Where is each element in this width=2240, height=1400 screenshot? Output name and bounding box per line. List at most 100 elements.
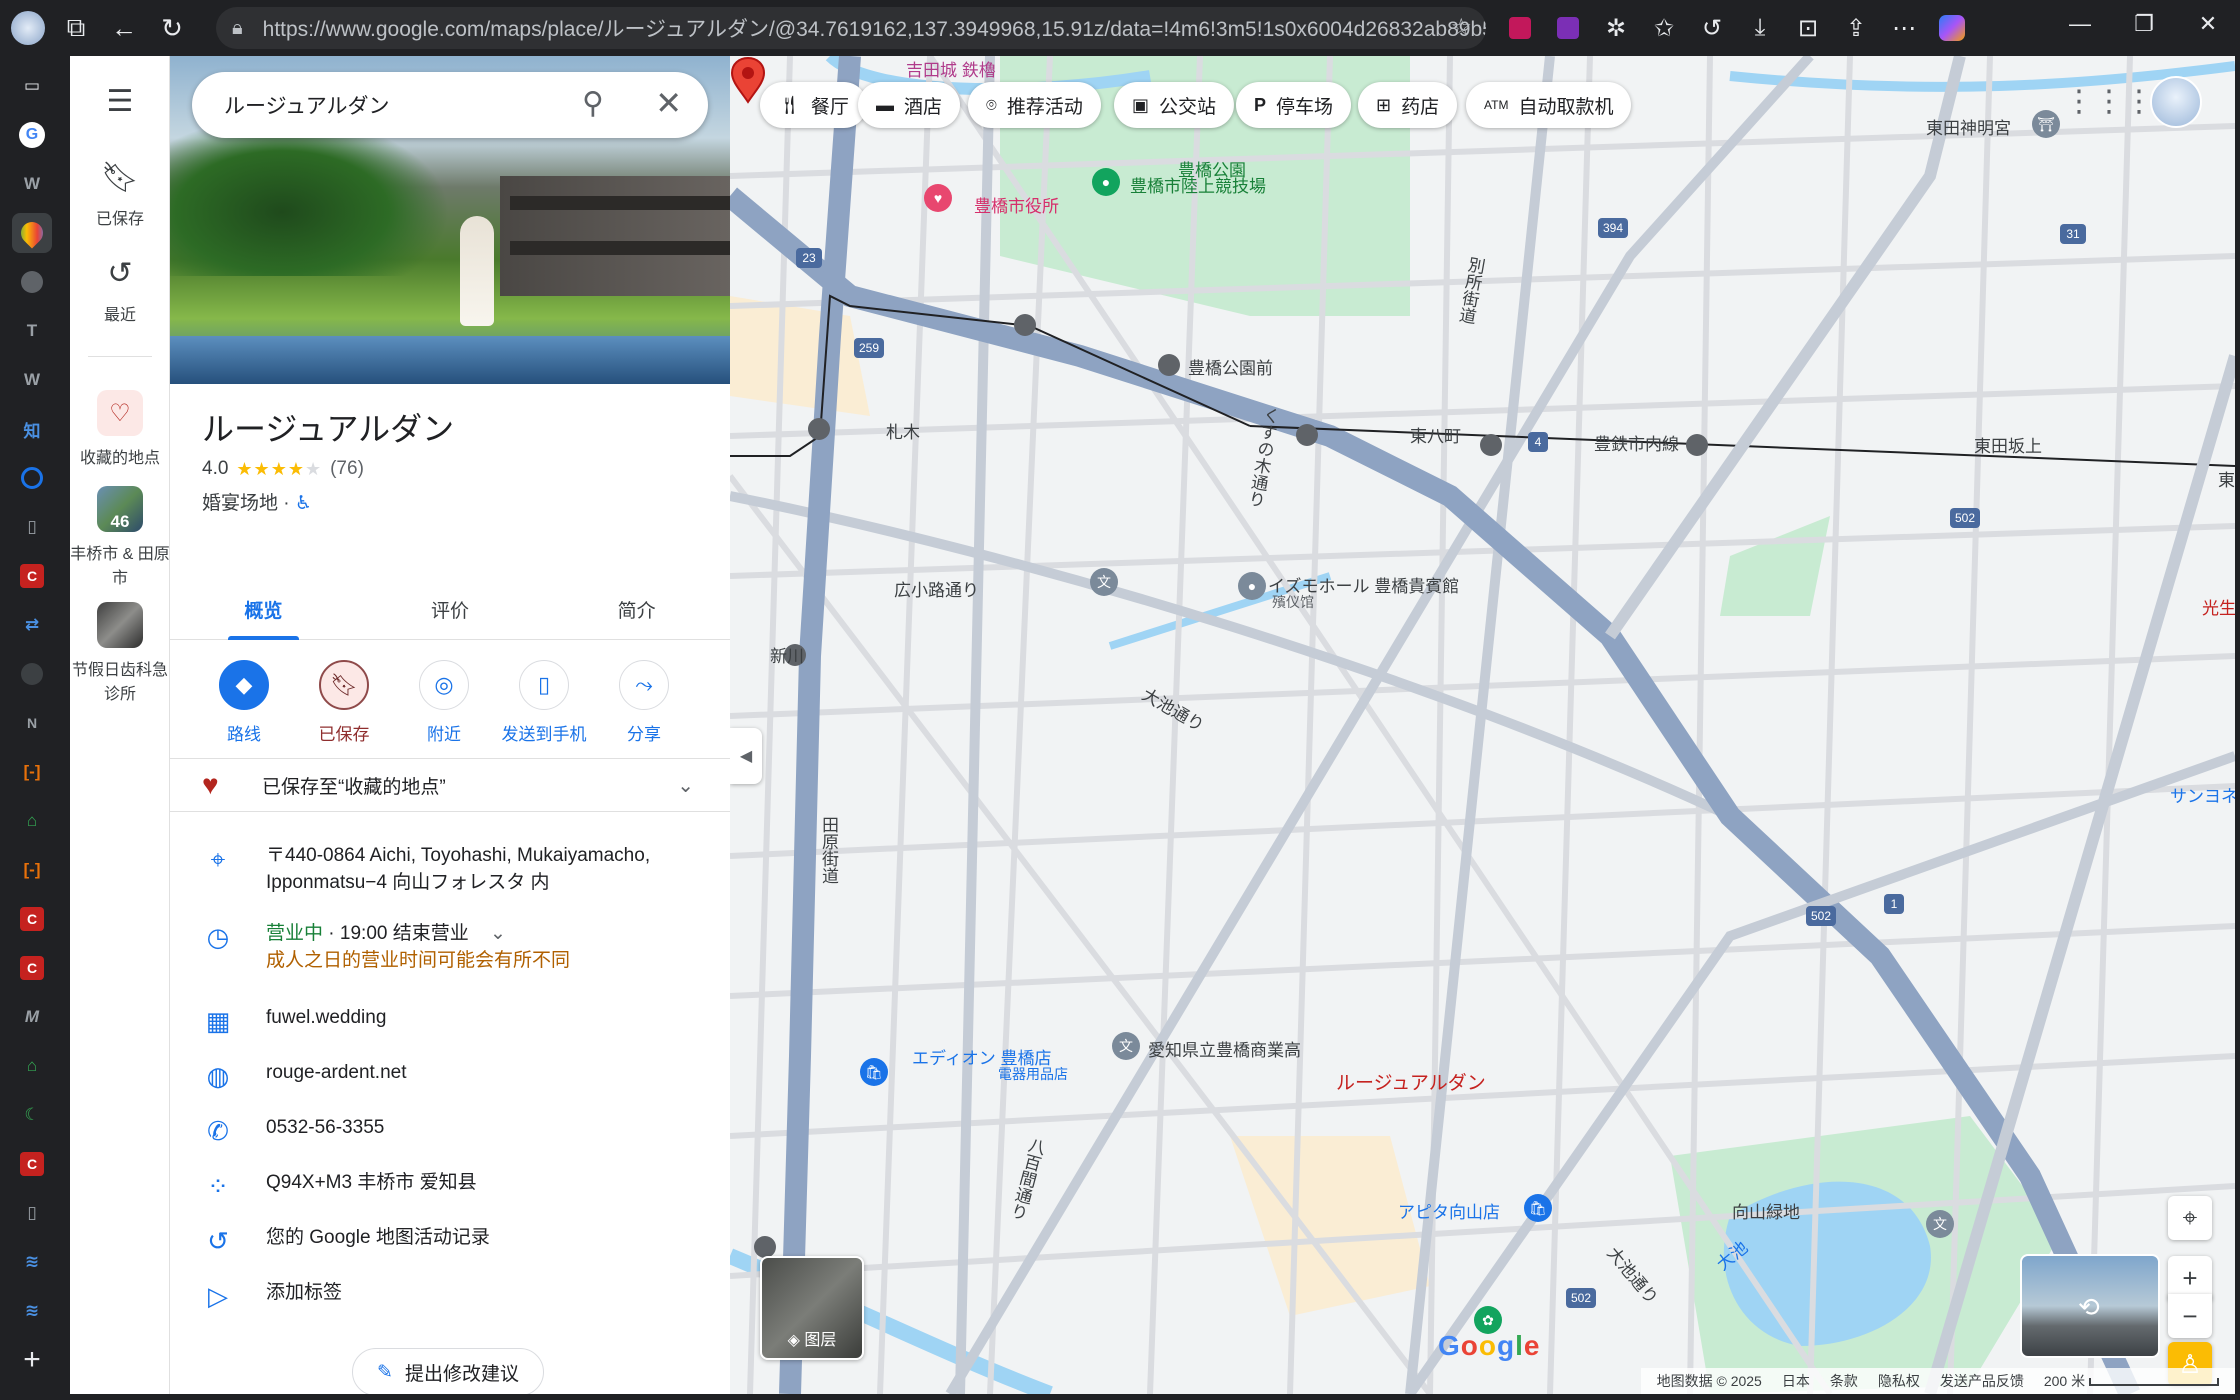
close-icon[interactable]: ✕ [655,84,682,122]
screenshot-icon[interactable]: ⊡ [1784,4,1832,52]
map-canvas[interactable]: 🍴︎ 餐厅 ▬ 酒店 ⌾ 推荐活动 ▣ 公交站 P 停车场 ⊞ 药店 ATM 自动取款机 ⋮⋮… [730,56,2235,1394]
favorites-nav[interactable]: ♡ 收藏的地点 [70,390,170,468]
downloads-icon[interactable]: ⤓ [1736,4,1784,52]
tram-stop-icon[interactable] [1014,314,1036,336]
map-label[interactable]: 豊橋公園前 [1188,354,1273,379]
map-label[interactable]: アピタ向山店 [1398,1198,1500,1223]
review-count[interactable]: (76) [330,458,364,480]
tab-c-icon[interactable]: C [12,556,52,596]
lock-icon[interactable]: 🔒︎ [232,17,243,40]
tab-m-icon[interactable]: M [12,997,52,1037]
reload-icon[interactable]: ↻ [148,4,196,52]
history-icon[interactable]: ↺ [1688,4,1736,52]
region-link[interactable]: 日本 [1782,1371,1810,1391]
map-label[interactable]: 新川 [770,642,804,667]
recent-nav[interactable]: ↺ 最近 [70,256,170,325]
store-bag-icon[interactable]: 🛍︎ [1524,1194,1552,1222]
extensions-icon[interactable]: ✲ [1592,4,1640,52]
recent-place-dental[interactable]: 节假日齿科急诊所 [70,602,170,704]
account-avatar[interactable] [2150,76,2202,128]
tab-android-icon[interactable]: ⌂ [12,801,52,841]
share-icon[interactable]: ⇪ [1832,4,1880,52]
onenote-extension-icon[interactable] [1544,4,1592,52]
map-label-selected[interactable]: ルージュアルダン [1336,1068,1486,1095]
favorites-icon[interactable]: ✩ [1640,4,1688,52]
plus-code-row[interactable]: ⁘ Q94X+M3 丰桥市 爱知县 [170,1169,730,1202]
copilot-icon[interactable] [1928,4,1976,52]
map-data-text[interactable]: 地图数据 © 2025 [1657,1371,1762,1391]
restore-icon[interactable]: ❐ [2112,0,2176,48]
tab-moon-icon[interactable]: ☾ [12,1095,52,1135]
tab-zhi-icon[interactable]: 知 [12,409,52,449]
tab-orange2-icon[interactable]: [-] [12,850,52,890]
address-row[interactable]: ⌖ 〒440-0864 Aichi, Toyohashi, Mukaiyamac… [170,842,730,896]
apps-grid-icon[interactable]: ⋮⋮⋮ [2064,84,2154,119]
tab-maps-icon[interactable] [12,213,52,253]
chip-things-to-do[interactable]: ⌾ 推荐活动 [968,82,1101,128]
map-label[interactable]: サンヨネ [2170,782,2235,807]
tab-dark-icon[interactable] [12,654,52,694]
hours-row[interactable]: ◷ 营业中 · 19:00 结束营业 ⌄ 成人之日的营业时间可能会有所不同 [170,920,730,974]
add-label-row[interactable]: ▷ 添加标签 [170,1279,730,1312]
search-input[interactable]: ルージュアルダン [224,90,389,120]
school-icon[interactable]: 文 [1926,1210,1954,1238]
category-label[interactable]: 婚宴场地 · [202,493,295,514]
chip-atm[interactable]: ATM 自动取款机 [1466,82,1632,128]
tram-stop-icon[interactable] [808,418,830,440]
profile-avatar-icon[interactable] [4,4,52,52]
map-label[interactable]: 向山緑地 [1732,1198,1800,1223]
tab-about[interactable]: 简介 [543,576,730,639]
map-label[interactable]: 吉田城 鉄櫓 [906,56,996,81]
suggest-edit-button[interactable]: ✎ 提出修改建议 [352,1348,544,1394]
chip-restaurants[interactable]: 🍴︎ 餐厅 [760,82,867,128]
store-bag-icon[interactable]: 🛍︎ [860,1058,888,1086]
map-label[interactable]: 豊橋市陸上競技場 [1130,172,1266,197]
website-row[interactable]: ◍ rouge-ardent.net [170,1059,730,1092]
wheelchair-icon[interactable]: ♿︎ [295,493,312,514]
school-icon[interactable]: 文 [1090,568,1118,596]
nearby-button[interactable]: ◎ 附近 [394,660,494,745]
my-location-button[interactable]: ⌖ [2168,1196,2212,1240]
map-label[interactable]: 愛知県立豊橋商業高 [1148,1036,1301,1061]
tab-wiki2-icon[interactable]: W [12,360,52,400]
tab-blue-circle-icon[interactable] [12,458,52,498]
map-label[interactable]: 東田坂上 [1974,432,2042,457]
chevron-down-icon[interactable]: ⌄ [490,923,506,944]
tram-stop-icon[interactable] [1480,434,1502,456]
more-icon[interactable]: ⋯ [1880,4,1928,52]
recent-place-toyohashi[interactable]: 46 丰桥市 & 田原市 [70,486,170,588]
tab-doc-icon[interactable]: ▯ [12,507,52,547]
saved-nav[interactable]: 🔖︎ 已保存 [70,160,170,229]
search-icon[interactable]: ⚲ [582,86,604,121]
tab-android2-icon[interactable]: ⌂ [12,1046,52,1086]
layers-button[interactable]: ◈ 图层 [760,1256,864,1360]
address-bar[interactable]: 🔒︎ https://www.google.com/maps/place/ルージ… [216,7,1486,49]
map-label[interactable]: 田原街道 [816,816,841,884]
tab-chevron-icon[interactable]: ≋ [12,1242,52,1282]
tram-stop-icon[interactable] [1296,424,1318,446]
privacy-link[interactable]: 隐私权 [1878,1371,1920,1391]
tab-c4-icon[interactable]: C [12,1144,52,1184]
funeral-hall-icon[interactable]: ● [1238,572,1266,600]
phone-row[interactable]: ✆ 0532-56-3355 [170,1114,730,1147]
activity-row[interactable]: ↺ 您的 Google 地图活动记录 [170,1224,730,1257]
tab-c2-icon[interactable]: C [12,899,52,939]
feedback-link[interactable]: 发送产品反馈 [1940,1371,2024,1391]
chip-pharmacy[interactable]: ⊞ 药店 [1358,82,1458,128]
minimize-icon[interactable]: — [2048,0,2112,48]
tab-doc2-icon[interactable]: ▯ [12,1193,52,1233]
map-label[interactable]: 東 [2218,466,2235,491]
tab-google-icon[interactable]: G [12,115,52,155]
shrine-icon[interactable]: ⛩︎ [2032,110,2060,138]
tab-wiki-icon[interactable]: W [12,164,52,204]
back-icon[interactable]: ← [100,4,148,52]
favorite-star-icon[interactable]: ☆ [1450,13,1472,42]
red-place-marker-icon[interactable] [730,56,766,104]
saved-button[interactable]: 🔖︎ 已保存 [294,660,394,745]
map-label[interactable]: 豊橋市役所 [974,192,1059,217]
city-hall-heart-icon[interactable]: ♥ [924,184,952,212]
workspaces-icon[interactable]: ⧉ [52,4,100,52]
tab-circle-icon[interactable] [12,262,52,302]
share-button[interactable]: ⤳ 分享 [594,660,694,745]
map-label[interactable]: 東田神明宮 [1926,114,2011,139]
